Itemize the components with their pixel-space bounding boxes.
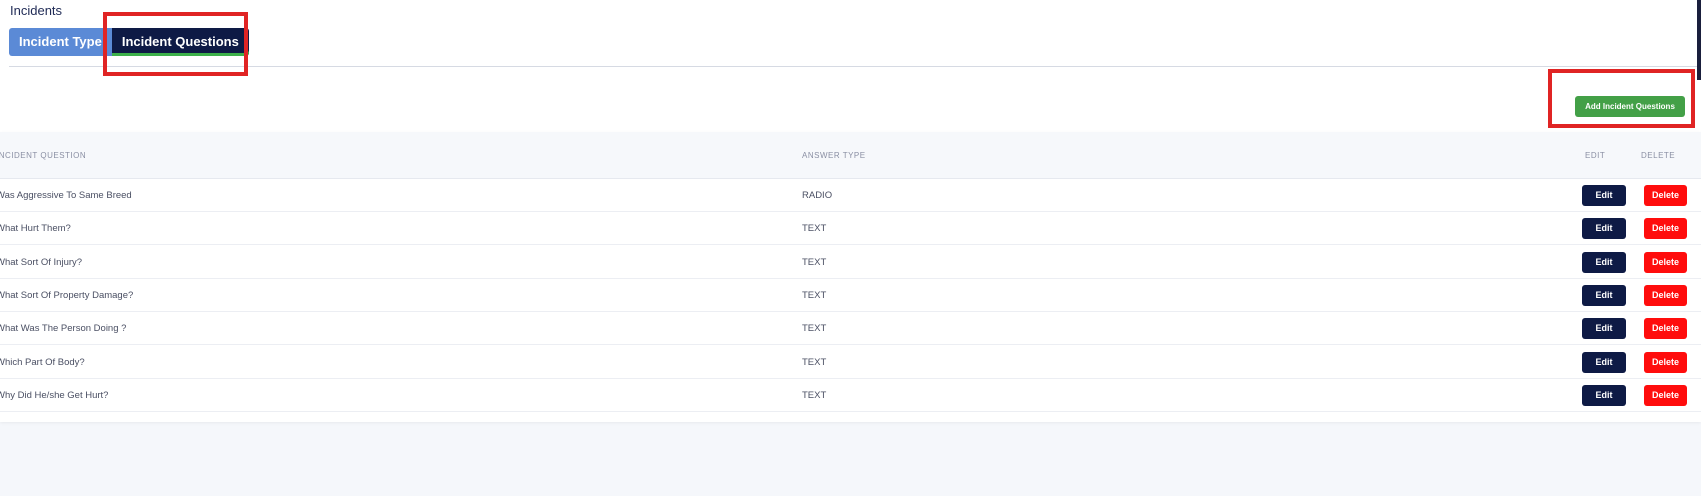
edit-button[interactable]: Edit (1582, 185, 1626, 206)
table-header: INCIDENT QUESTION ANSWER TYPE EDIT DELET… (0, 132, 1701, 179)
table-row: What Hurt Them? TEXT Edit Delete (0, 212, 1701, 246)
edit-button[interactable]: Edit (1582, 318, 1626, 340)
window-edge (1697, 0, 1701, 80)
highlight-box-add-button (1548, 69, 1695, 128)
column-header-edit: EDIT (1585, 151, 1606, 160)
answer-type-cell: TEXT (802, 389, 827, 401)
question-cell: What Sort Of Injury? (0, 256, 83, 268)
delete-button[interactable]: Delete (1644, 185, 1687, 206)
edit-button[interactable]: Edit (1582, 251, 1626, 273)
question-cell: Why Did He/she Get Hurt? (0, 389, 109, 401)
highlight-box-tab (103, 12, 248, 76)
page-header: Incidents Incident Type Incident Questio… (0, 0, 1701, 132)
column-header-answer-type: ANSWER TYPE (802, 151, 866, 160)
answer-type-cell: TEXT (802, 289, 827, 301)
table-row: What Sort Of Injury? TEXT Edit Delete (0, 246, 1701, 279)
question-cell: What Sort Of Property Damage? (0, 289, 134, 301)
answer-type-cell: TEXT (802, 256, 827, 268)
delete-button[interactable]: Delete (1644, 284, 1687, 306)
column-header-question: INCIDENT QUESTION (0, 151, 87, 160)
question-cell: What Hurt Them? (0, 223, 71, 235)
delete-button[interactable]: Delete (1644, 251, 1687, 273)
header-divider (9, 66, 1701, 67)
answer-type-cell: TEXT (802, 323, 827, 335)
edit-button[interactable]: Edit (1582, 218, 1626, 240)
delete-button[interactable]: Delete (1644, 318, 1687, 340)
edit-button[interactable]: Edit (1582, 384, 1626, 406)
table-row: Was Aggressive To Same Breed RADIO Edit Del… (0, 179, 1701, 212)
delete-button[interactable]: Delete (1644, 218, 1687, 240)
delete-button[interactable]: Delete (1644, 384, 1687, 406)
table-row: What Was The Person Doing ? TEXT Edit Delet… (0, 312, 1701, 346)
question-cell: Was Aggressive To Same Breed (0, 190, 132, 201)
question-cell: What Was The Person Doing ? (0, 323, 127, 335)
tab-incident-type[interactable]: Incident Type (9, 28, 112, 56)
answer-type-cell: RADIO (802, 190, 833, 201)
table-row: Which Part Of Body? TEXT Edit Delete (0, 346, 1701, 379)
page-title: Incidents (10, 3, 63, 18)
questions-table: INCIDENT QUESTION ANSWER TYPE EDIT DELET… (0, 132, 1701, 422)
edit-button[interactable]: Edit (1582, 351, 1626, 373)
delete-button[interactable]: Delete (1644, 351, 1687, 373)
answer-type-cell: TEXT (802, 356, 827, 368)
column-header-delete: DELETE (1641, 151, 1676, 160)
edit-button[interactable]: Edit (1582, 284, 1626, 306)
table-row: What Sort Of Property Damage? TEXT Edit Del… (0, 279, 1701, 312)
question-cell: Which Part Of Body? (0, 356, 85, 368)
table-row: Why Did He/she Get Hurt? TEXT Edit Delete (0, 379, 1701, 412)
answer-type-cell: TEXT (802, 223, 827, 235)
